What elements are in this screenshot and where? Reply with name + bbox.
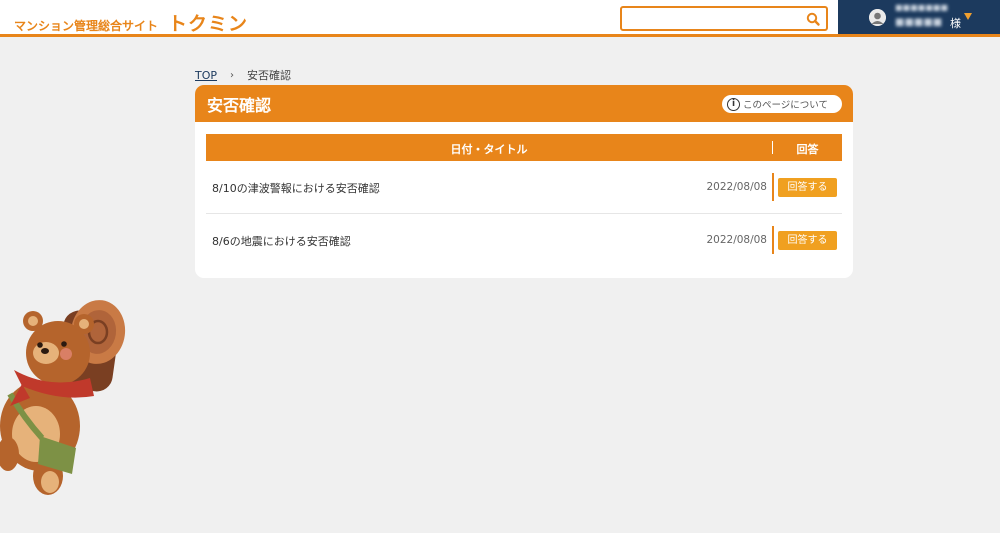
row-title: 8/6の地震における安否確認	[212, 235, 351, 248]
about-page-button[interactable]: i このページについて	[722, 95, 842, 113]
safety-check-card: 安否確認 i このページについて 日付・タイトル 回答 8/10の津波警報におけ…	[195, 85, 853, 278]
row-title: 8/10の津波警報における安否確認	[212, 182, 380, 195]
about-page-label: このページについて	[743, 100, 829, 111]
breadcrumb-separator: ›	[230, 69, 235, 81]
table-row: 8/10の津波警報における安否確認 2022/08/08 回答する	[206, 161, 842, 214]
row-divider	[772, 173, 774, 201]
site-logo[interactable]: マンション管理総合サイト トクミン	[14, 9, 248, 36]
page-title: 安否確認	[207, 96, 272, 115]
answer-button[interactable]: 回答する	[778, 231, 837, 250]
brand-name: トクミン	[168, 13, 249, 35]
table-header: 日付・タイトル 回答	[206, 134, 842, 161]
column-header-answer: 回答	[796, 143, 819, 156]
user-honorific: 様	[950, 17, 961, 30]
bear-mascot	[0, 298, 135, 503]
user-name: ■■■■■	[895, 17, 943, 28]
answer-button[interactable]: 回答する	[778, 178, 837, 197]
row-divider	[772, 226, 774, 254]
chevron-down-icon[interactable]	[964, 13, 972, 20]
safety-check-table: 日付・タイトル 回答 8/10の津波警報における安否確認 2022/08/08 …	[206, 134, 842, 267]
row-date: 2022/08/08	[706, 234, 767, 246]
avatar	[869, 9, 886, 26]
breadcrumb-top-link[interactable]: TOP	[195, 69, 217, 82]
breadcrumb: TOP › 安否確認	[195, 67, 291, 83]
breadcrumb-current: 安否確認	[247, 69, 292, 82]
table-row: 8/6の地震における安否確認 2022/08/08 回答する	[206, 214, 842, 267]
site-header: マンション管理総合サイト トクミン ■■■■■■■ ■■■■■ 様	[0, 0, 1000, 37]
search-input[interactable]	[622, 8, 802, 30]
user-organization: ■■■■■■■	[895, 3, 948, 12]
search-icon[interactable]	[804, 10, 822, 28]
search-box	[620, 6, 828, 31]
info-icon: i	[727, 97, 740, 111]
row-date: 2022/08/08	[706, 181, 767, 193]
card-header: 安否確認 i このページについて	[195, 85, 853, 122]
column-header-title: 日付・タイトル	[450, 143, 528, 156]
site-name: マンション管理総合サイト	[14, 19, 159, 33]
user-menu[interactable]: ■■■■■■■ ■■■■■ 様	[838, 0, 1000, 34]
